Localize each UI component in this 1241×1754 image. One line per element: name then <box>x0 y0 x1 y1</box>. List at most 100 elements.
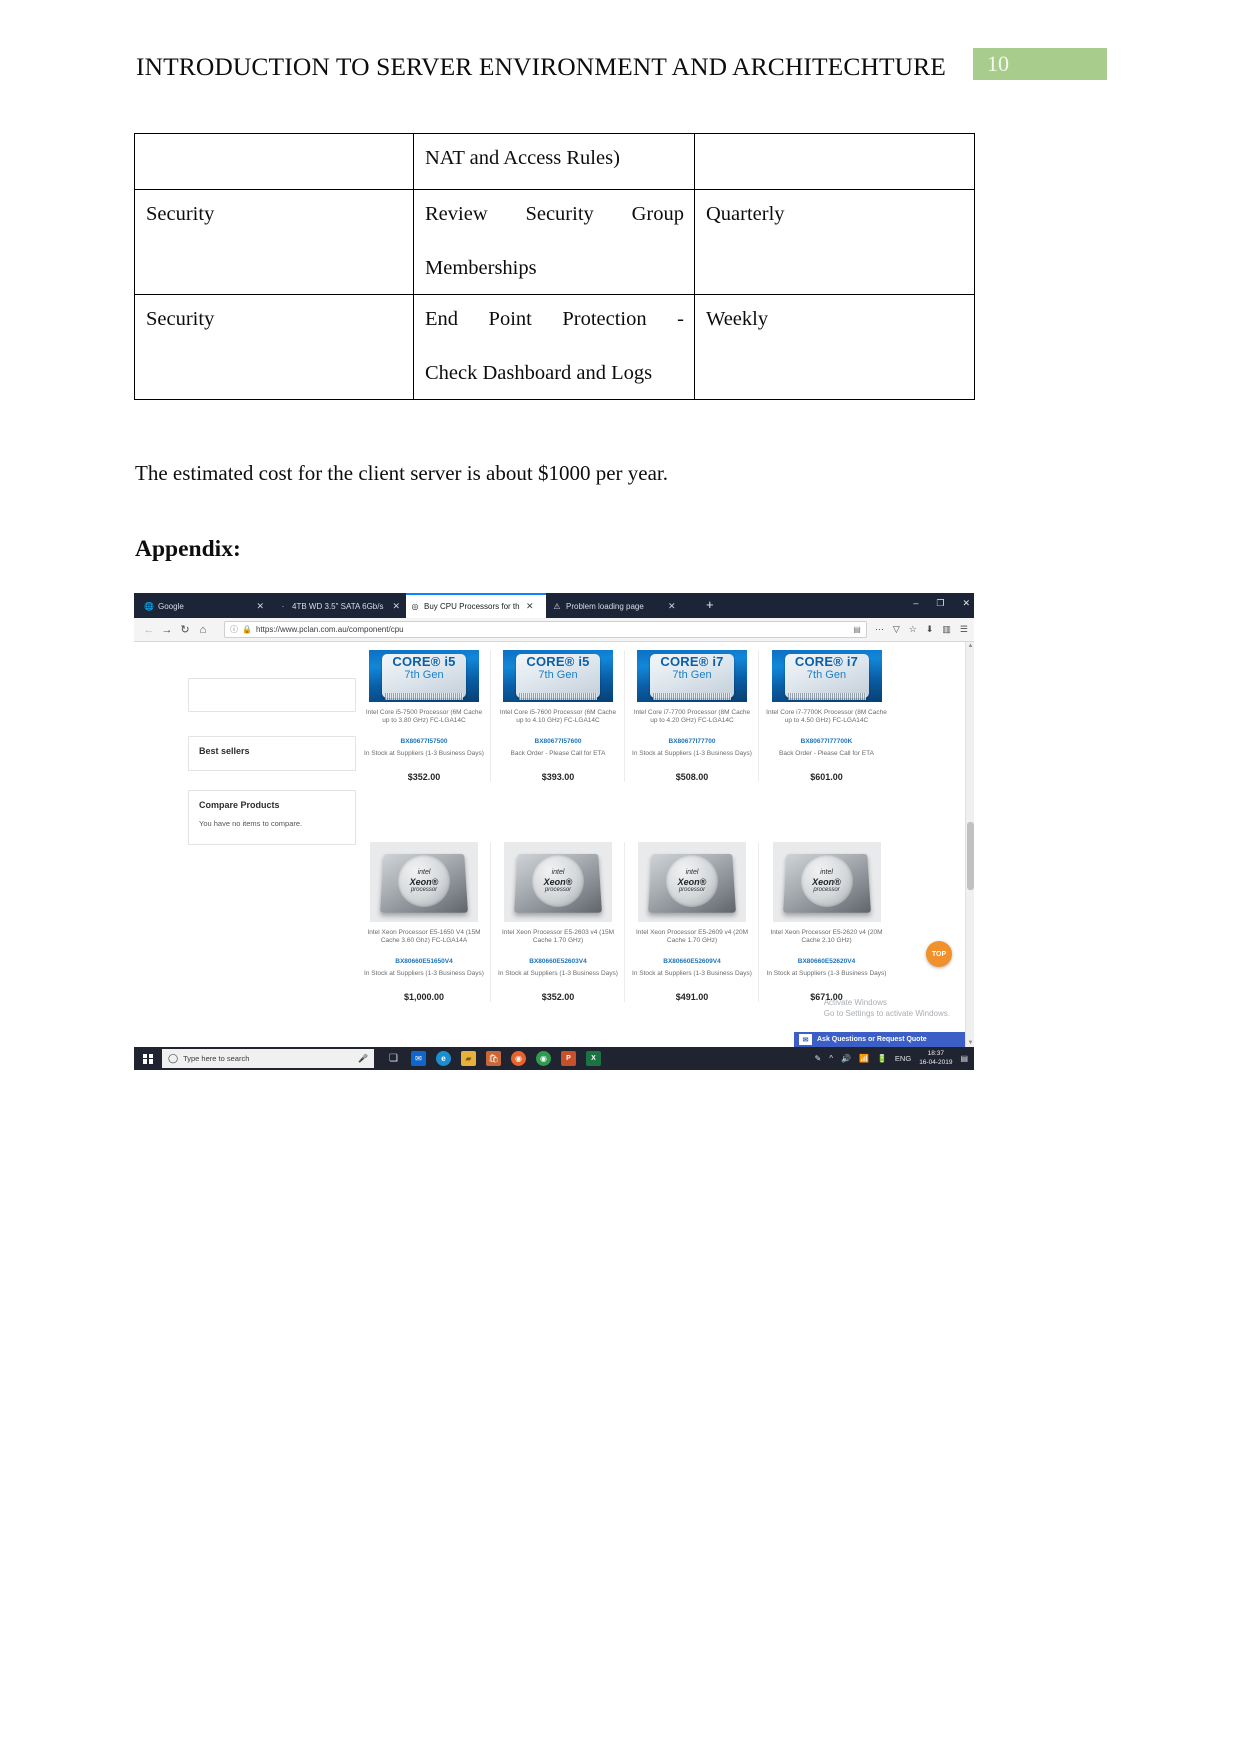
product-sku[interactable]: BX80660E52620V4 <box>766 958 887 965</box>
intel-core-badge-icon: CORE® i5 7th Gen <box>503 650 613 702</box>
tab-label: Google <box>158 602 184 611</box>
file-explorer-icon[interactable]: ▰ <box>461 1051 476 1066</box>
mail-app-icon[interactable]: ✉ <box>411 1051 426 1066</box>
network-icon[interactable]: 📶 <box>859 1054 869 1063</box>
estimated-cost-paragraph: The estimated cost for the client server… <box>135 461 668 485</box>
task-word: Protection <box>562 308 647 330</box>
browser-tab-google[interactable]: 🌐 Google ✕ <box>140 595 268 618</box>
menu-dots-icon[interactable]: ⋯ <box>875 624 884 635</box>
battery-icon[interactable]: 🔋 <box>877 1054 887 1063</box>
pocket-icon[interactable]: ▽ <box>893 624 900 635</box>
taskbar-search-box[interactable]: ◯ Type here to search 🎤 <box>162 1049 374 1068</box>
scroll-to-top-button[interactable]: TOP <box>926 941 952 967</box>
table-cell-category: Security <box>134 294 414 400</box>
pen-icon[interactable]: ✎ <box>815 1054 822 1063</box>
product-stock-status: In Stock at Suppliers (1-3 Business Days… <box>632 970 752 977</box>
forward-icon[interactable]: → <box>158 621 176 639</box>
language-indicator[interactable]: ENG <box>895 1054 911 1063</box>
excel-icon[interactable]: X <box>586 1051 601 1066</box>
scroll-up-icon[interactable]: ▲ <box>967 643 974 649</box>
bookmark-icon[interactable]: ☆ <box>909 624 917 635</box>
reload-icon[interactable]: ↻ <box>176 621 194 639</box>
table-cell-category <box>134 133 414 190</box>
action-center-icon[interactable]: ▤ <box>960 1054 968 1063</box>
product-card[interactable]: CORE® i7 7th Gen Intel Core i7-7700 Proc… <box>626 650 759 782</box>
browser-tab-cpu-store[interactable]: ◎ Buy CPU Processors for the be ✕ <box>406 593 546 618</box>
table-row: Security End Point Protection - Check Da… <box>134 294 975 400</box>
scroll-down-icon[interactable]: ▼ <box>967 1040 974 1046</box>
chrome-icon[interactable]: ◉ <box>536 1051 551 1066</box>
start-button[interactable] <box>134 1047 162 1070</box>
product-sku[interactable]: BX80660E52609V4 <box>632 958 752 965</box>
microphone-icon[interactable]: 🎤 <box>358 1054 368 1063</box>
library-icon[interactable]: ▥ <box>942 624 951 635</box>
close-icon[interactable]: ✕ <box>392 601 400 612</box>
info-icon[interactable]: ⓘ <box>230 624 238 635</box>
scrollbar-thumb[interactable] <box>967 822 974 890</box>
address-bar[interactable]: ⓘ 🔒 https://www.pclan.com.au/component/c… <box>224 621 867 638</box>
firefox-icon[interactable]: ◉ <box>511 1051 526 1066</box>
product-card[interactable]: CORE® i5 7th Gen Intel Core i5-7500 Proc… <box>358 650 491 782</box>
product-price: $508.00 <box>675 772 709 782</box>
intel-xeon-processor-icon: intel Xeon® processor <box>504 842 612 922</box>
product-card[interactable]: intel Xeon® processor Intel Xeon Process… <box>760 842 893 1002</box>
browser-tab-wd-drive[interactable]: · 4TB WD 3.5" SATA 6Gb/s Purpl ✕ <box>274 595 404 618</box>
chip-brand: intel <box>820 868 833 876</box>
sidebar-box-compare-products[interactable]: Compare Products You have no items to co… <box>188 790 356 845</box>
task-line: NAT and Access Rules) <box>425 147 620 169</box>
ask-questions-button[interactable]: ✉ Ask Questions or Request Quote <box>794 1032 966 1047</box>
taskbar-clock[interactable]: 18:37 16-04-2019 <box>919 1050 952 1067</box>
new-tab-button[interactable]: + <box>706 598 714 611</box>
close-window-button[interactable]: ✕ <box>962 598 970 609</box>
product-sku[interactable]: BX80677I77700K <box>766 738 887 745</box>
sidebar-box-best-sellers[interactable]: Best sellers <box>188 736 356 771</box>
tab-label: 4TB WD 3.5" SATA 6Gb/s Purpl <box>292 602 386 611</box>
volume-icon[interactable]: 🔊 <box>841 1054 851 1063</box>
task-view-icon[interactable]: ❏ <box>386 1051 401 1066</box>
powerpoint-icon[interactable]: P <box>561 1051 576 1066</box>
table-cell-task: NAT and Access Rules) <box>413 133 695 190</box>
chip-type: processor <box>813 886 840 893</box>
product-sku[interactable]: BX80660E52603V4 <box>498 958 618 965</box>
table-row: NAT and Access Rules) <box>134 133 975 190</box>
compare-products-title: Compare Products <box>199 800 280 810</box>
edge-browser-icon[interactable]: e <box>436 1051 451 1066</box>
reader-mode-icon[interactable]: ▤ <box>853 625 861 634</box>
taskbar-system-tray: ✎ ^ 🔊 📶 🔋 ENG 18:37 16-04-2019 ▤ <box>815 1050 974 1067</box>
page-scrollbar[interactable]: ▲ ▼ <box>965 642 974 1047</box>
product-name: Intel Xeon Processor E5-1650 V4 (15M Cac… <box>367 929 481 945</box>
microsoft-store-icon[interactable]: 🛍 <box>486 1051 501 1066</box>
hamburger-menu-icon[interactable]: ☰ <box>960 624 968 635</box>
minimize-button[interactable]: – <box>913 598 918 609</box>
product-card[interactable]: CORE® i7 7th Gen Intel Core i7-7700K Pro… <box>760 650 893 782</box>
product-card[interactable]: intel Xeon® processor Intel Xeon Process… <box>626 842 759 1002</box>
browser-tab-problem-loading[interactable]: ⚠ Problem loading page ✕ <box>548 595 698 618</box>
product-card[interactable]: CORE® i5 7th Gen Intel Core i5-7600 Proc… <box>492 650 625 782</box>
product-stock-status: In Stock at Suppliers (1-3 Business Days… <box>498 970 618 977</box>
task-word: Security <box>525 203 594 225</box>
product-card[interactable]: intel Xeon® processor Intel Xeon Process… <box>492 842 625 1002</box>
core-badge-line2: 7th Gen <box>538 669 578 681</box>
product-sku[interactable]: BX80660E51650V4 <box>364 958 484 965</box>
close-icon[interactable]: ✕ <box>256 601 264 612</box>
back-icon[interactable]: ← <box>140 621 158 639</box>
best-sellers-title: Best sellers <box>199 746 250 756</box>
download-icon[interactable]: ⬇ <box>926 624 934 635</box>
product-row-core: CORE® i5 7th Gen Intel Core i5-7500 Proc… <box>358 650 958 782</box>
product-price: $352.00 <box>541 992 575 1002</box>
chip-type: processor <box>678 886 706 893</box>
home-icon[interactable]: ⌂ <box>194 621 212 639</box>
maximize-button[interactable]: ❐ <box>936 598 944 609</box>
product-card[interactable]: intel Xeon® processor Intel Xeon Process… <box>358 842 491 1002</box>
table-row: Security Review Security Group Membershi… <box>134 189 975 295</box>
close-icon[interactable]: ✕ <box>668 601 676 612</box>
product-sku[interactable]: BX80677I57500 <box>364 738 484 745</box>
task-line: Check Dashboard and Logs <box>425 362 653 385</box>
product-sku[interactable]: BX80677I77700 <box>632 738 752 745</box>
table-cell-frequency: Quarterly <box>694 189 975 295</box>
show-hidden-icons-icon[interactable]: ^ <box>829 1054 833 1063</box>
product-sku[interactable]: BX80677I57600 <box>498 738 618 745</box>
product-price: $393.00 <box>541 772 575 782</box>
close-icon[interactable]: ✕ <box>526 601 534 612</box>
product-name: Intel Xeon Processor E5-2603 v4 (15M Cac… <box>501 929 614 945</box>
